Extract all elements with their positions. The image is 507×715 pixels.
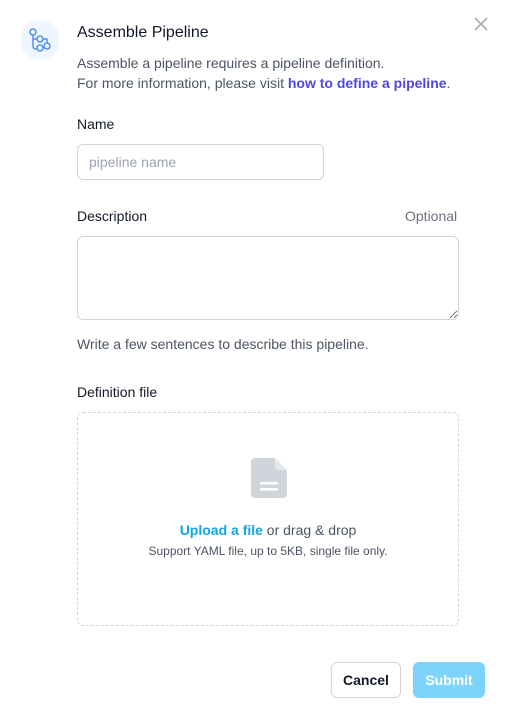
document-icon	[251, 458, 287, 498]
pipeline-name-input[interactable]	[77, 144, 324, 180]
name-label: Name	[77, 116, 115, 132]
subtitle-suffix: .	[446, 75, 451, 91]
submit-button[interactable]: Submit	[413, 662, 485, 698]
cancel-button[interactable]: Cancel	[331, 662, 401, 698]
subtitle-line-2: For more information, please visit how t…	[77, 73, 477, 93]
how-to-define-pipeline-link[interactable]: how to define a pipeline	[288, 75, 447, 91]
close-button[interactable]	[470, 13, 492, 35]
description-help-text: Write a few sentences to describe this p…	[77, 336, 369, 352]
assemble-pipeline-dialog: Assemble Pipeline Assemble a pipeline re…	[0, 0, 507, 715]
subtitle-prefix: For more information, please visit	[77, 75, 288, 91]
pipeline-icon	[20, 20, 60, 60]
file-dropzone[interactable]: Upload a file or drag & drop Support YAM…	[77, 412, 459, 626]
subtitle-line-1: Assemble a pipeline requires a pipeline …	[77, 55, 385, 71]
definition-file-label: Definition file	[77, 384, 158, 400]
upload-file-link[interactable]: Upload a file	[180, 522, 263, 538]
dialog-subtitle: Assemble a pipeline requires a pipeline …	[77, 53, 477, 93]
description-optional-hint: Optional	[405, 208, 458, 224]
dialog-title: Assemble Pipeline	[77, 24, 209, 41]
close-icon	[474, 17, 488, 31]
description-label: Description	[77, 208, 148, 224]
drag-drop-text: or drag & drop	[262, 522, 357, 538]
upload-hint: Support YAML file, up to 5KB, single fil…	[148, 544, 388, 558]
upload-instruction: Upload a file or drag & drop	[78, 520, 458, 540]
description-textarea[interactable]	[77, 236, 459, 320]
